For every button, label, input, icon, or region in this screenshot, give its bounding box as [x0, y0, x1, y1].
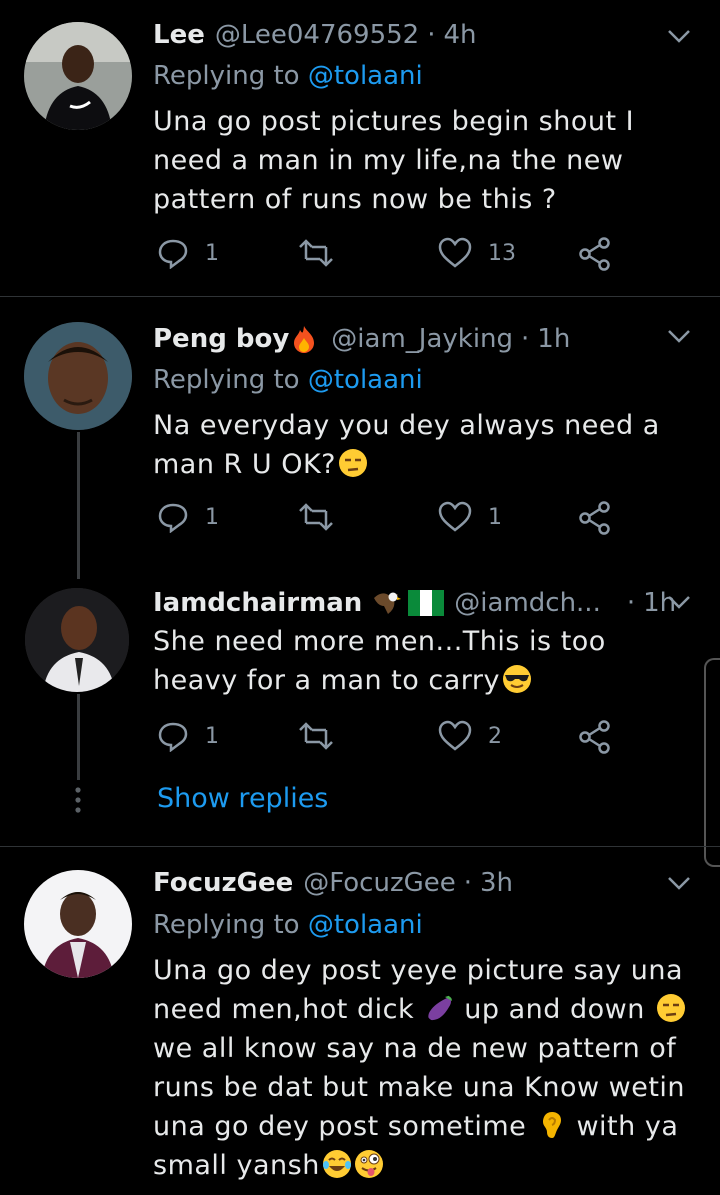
retweet-icon: [299, 722, 333, 750]
like-button[interactable]: 2: [438, 720, 502, 752]
sunglasses-emoji: [502, 665, 531, 693]
user-handle[interactable]: @iamdch...: [454, 588, 601, 618]
share-icon: [579, 237, 610, 271]
tweet-text: Na everyday you dey always need a man R …: [153, 406, 698, 484]
ear-emoji: [543, 1112, 562, 1138]
tweet-header: Lee @Lee04769552 · 4h: [153, 20, 477, 50]
unamused-emoji: [656, 994, 685, 1022]
timestamp[interactable]: 4h: [443, 20, 476, 50]
like-button[interactable]: 13: [438, 237, 516, 269]
retweet-button[interactable]: [298, 501, 334, 533]
avatar[interactable]: [24, 870, 132, 978]
like-icon: [438, 501, 472, 532]
replying-label: Replying to: [153, 910, 308, 940]
action-bar: 1 1: [153, 501, 633, 541]
like-icon: [438, 720, 472, 751]
reply-icon: [158, 239, 188, 269]
eagle-emoji: [374, 592, 402, 614]
nigeria-flag-emoji: [408, 590, 445, 616]
more-dots-icon[interactable]: [73, 786, 83, 816]
timestamp[interactable]: 1h: [537, 324, 570, 354]
retweet-icon: [299, 503, 333, 531]
display-name[interactable]: Lee: [153, 20, 205, 50]
tweet-header: FocuzGee @FocuzGee · 3h: [153, 868, 513, 898]
share-button[interactable]: [578, 720, 612, 754]
display-name[interactable]: Peng boy: [153, 324, 289, 354]
separator: ·: [626, 588, 636, 618]
tweet-text-content: Na everyday you dey always need a man R …: [153, 410, 660, 480]
thread-line: [77, 694, 80, 780]
reply-count: 1: [205, 504, 219, 530]
share-button[interactable]: [578, 237, 612, 271]
reply-icon: [158, 722, 188, 752]
replying-label: Replying to: [153, 365, 308, 395]
separator: ·: [521, 324, 530, 354]
unamused-emoji: [339, 449, 368, 477]
replying-to: Replying to @tolaani: [153, 61, 423, 91]
like-icon: [438, 237, 472, 268]
eggplant-emoji: [428, 995, 453, 1021]
user-handle[interactable]: @iam_Jayking: [331, 324, 513, 354]
reply-button[interactable]: 1: [157, 237, 219, 269]
show-replies-link[interactable]: Show replies: [157, 783, 328, 814]
tweet-header: Peng boy @iam_Jayking · 1h: [153, 324, 570, 354]
tweet-header: Iamdchairman @iamdch... · 1h: [153, 588, 676, 618]
share-button[interactable]: [578, 501, 612, 535]
avatar[interactable]: [25, 588, 129, 692]
action-bar: 1 13: [153, 237, 633, 277]
replying-to: Replying to @tolaani: [153, 365, 423, 395]
retweet-button[interactable]: [298, 720, 334, 752]
action-bar: 1 2: [153, 720, 633, 760]
reply-icon: [158, 503, 188, 533]
divider: [0, 846, 720, 847]
joy-emoji: [322, 1150, 351, 1178]
tweet-text: She need more men...This is too heavy fo…: [153, 622, 698, 700]
avatar[interactable]: [24, 22, 132, 130]
chevron-down-icon[interactable]: [666, 870, 692, 896]
display-name[interactable]: FocuzGee: [153, 868, 293, 898]
reply-count: 1: [205, 723, 219, 749]
share-icon: [579, 501, 610, 535]
tweet-text-part: up and down: [455, 994, 654, 1025]
chevron-down-icon[interactable]: [666, 589, 692, 615]
chevron-down-icon[interactable]: [666, 323, 692, 349]
separator: ·: [427, 20, 436, 50]
like-count: 13: [488, 240, 516, 266]
mention-link[interactable]: @tolaani: [308, 61, 423, 91]
like-count: 2: [488, 723, 502, 749]
reply-button[interactable]: 1: [157, 720, 219, 752]
display-name[interactable]: Iamdchairman: [153, 588, 362, 618]
retweet-icon: [299, 239, 333, 267]
divider: [0, 296, 720, 297]
reply-count: 1: [205, 240, 219, 266]
tweet-text: Una go post pictures begin shout I need …: [153, 106, 635, 215]
user-handle[interactable]: @FocuzGee: [303, 868, 456, 898]
chevron-down-icon[interactable]: [666, 23, 692, 49]
share-icon: [579, 720, 610, 754]
mention-link[interactable]: @tolaani: [308, 910, 423, 940]
tweet-text-content: She need more men...This is too heavy fo…: [153, 626, 606, 696]
thread-line: [77, 432, 80, 579]
reply-button[interactable]: 1: [157, 501, 219, 533]
zany-emoji: [354, 1150, 383, 1178]
like-button[interactable]: 1: [438, 501, 502, 533]
scrollbar[interactable]: [704, 658, 720, 867]
replying-label: Replying to: [153, 61, 308, 91]
like-count: 1: [488, 504, 502, 530]
retweet-button[interactable]: [298, 237, 334, 269]
user-handle[interactable]: @Lee04769552: [215, 20, 419, 50]
fire-emoji: [294, 326, 315, 353]
avatar[interactable]: [24, 322, 132, 430]
replying-to: Replying to @tolaani: [153, 910, 423, 940]
mention-link[interactable]: @tolaani: [308, 365, 423, 395]
tweet-text: Una go dey post yeye picture say una nee…: [153, 951, 698, 1185]
timestamp[interactable]: 3h: [480, 868, 513, 898]
separator: ·: [463, 868, 472, 898]
